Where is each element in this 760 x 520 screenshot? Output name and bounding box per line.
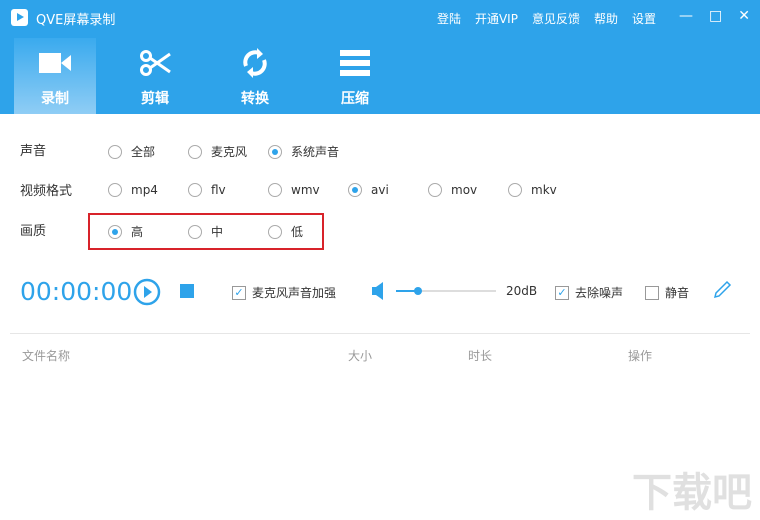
- tab-edit[interactable]: 剪辑: [114, 38, 196, 114]
- column-header-filename: 文件名称: [22, 349, 71, 363]
- stop-button[interactable]: [180, 284, 194, 298]
- column-header-actions: 操作: [628, 349, 653, 363]
- quality-label: 画质: [20, 224, 47, 239]
- maximize-button[interactable]: □: [709, 8, 722, 24]
- sound-label: 声音: [20, 144, 47, 159]
- format-radio-wmv[interactable]: wmv: [268, 183, 320, 197]
- tab-convert[interactable]: 转换: [214, 38, 296, 114]
- format-radio-flv[interactable]: flv: [188, 183, 226, 197]
- mic-boost-checkbox[interactable]: ✓ 麦克风声音加强: [232, 284, 336, 301]
- format-label: 视频格式: [20, 184, 73, 199]
- timer: 00:00:00: [20, 277, 133, 306]
- help-link[interactable]: 帮助: [594, 10, 618, 27]
- volume-slider[interactable]: [396, 287, 496, 295]
- vip-link[interactable]: 开通VIP: [475, 10, 518, 27]
- minimize-button[interactable]: —: [679, 8, 693, 24]
- login-link[interactable]: 登陆: [437, 10, 461, 27]
- volume-value: 20dB: [506, 284, 538, 298]
- denoise-checkbox[interactable]: ✓ 去除噪声: [555, 284, 623, 301]
- video-camera-icon: [39, 53, 71, 73]
- pencil-icon[interactable]: [712, 280, 734, 300]
- compress-icon: [340, 50, 370, 76]
- column-header-size: 大小: [348, 349, 373, 363]
- refresh-icon: [243, 48, 267, 78]
- divider: [10, 333, 750, 334]
- scissors-icon: [140, 50, 171, 76]
- header: QVE屏幕录制 登陆 开通VIP 意见反馈 帮助 设置 — □ ✕ 录制 剪辑 …: [0, 0, 760, 114]
- format-radio-mkv[interactable]: mkv: [508, 183, 557, 197]
- sound-radio-system[interactable]: 系统声音: [268, 143, 339, 160]
- speaker-icon[interactable]: [372, 282, 388, 300]
- app-title: QVE屏幕录制: [36, 13, 116, 28]
- tab-compress[interactable]: 压缩: [314, 38, 396, 114]
- play-button[interactable]: [133, 278, 161, 306]
- sound-radio-all[interactable]: 全部: [108, 143, 155, 160]
- watermark: 下载吧: [632, 470, 752, 516]
- format-radio-mp4[interactable]: mp4: [108, 183, 158, 197]
- volume-slider-handle[interactable]: [414, 287, 422, 295]
- tab-record[interactable]: 录制: [14, 38, 96, 114]
- mute-checkbox[interactable]: 静音: [645, 284, 689, 301]
- format-radio-mov[interactable]: mov: [428, 183, 477, 197]
- format-radio-avi[interactable]: avi: [348, 183, 389, 197]
- sound-radio-mic[interactable]: 麦克风: [188, 143, 247, 160]
- close-button[interactable]: ✕: [738, 8, 750, 24]
- column-header-duration: 时长: [468, 349, 493, 363]
- highlight-box: [88, 213, 324, 250]
- app-logo-icon: [11, 9, 28, 26]
- feedback-link[interactable]: 意见反馈: [532, 10, 580, 27]
- settings-link[interactable]: 设置: [632, 10, 656, 27]
